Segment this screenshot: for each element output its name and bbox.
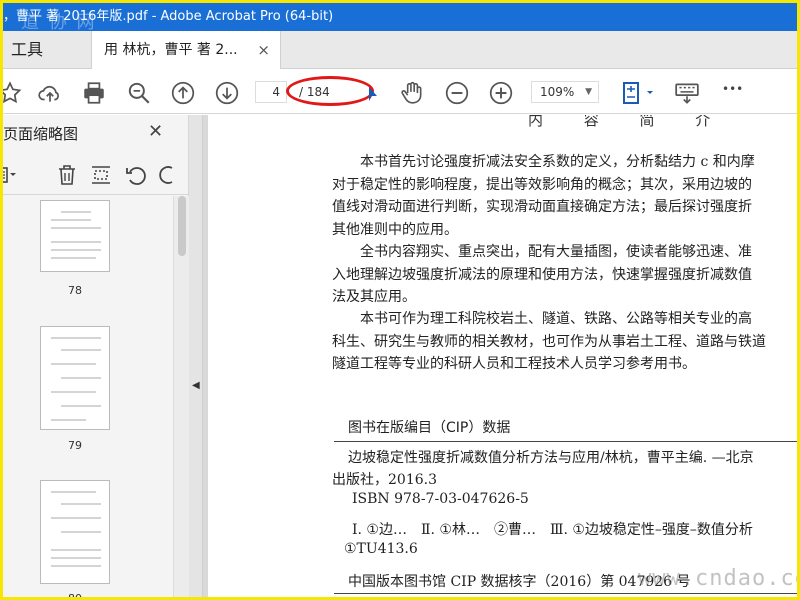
tab-bar: 工具 用 林杭，曹平 著 2... × <box>3 31 797 69</box>
zoom-level-value: 109% <box>540 85 575 99</box>
text-line: 其他准则中的应用。 <box>332 221 458 238</box>
document-page: 内 容 简 介 本书首先讨论强度折减法安全系数的定义，分析黏结力 c 和内摩 对… <box>208 115 797 597</box>
more-options-icon[interactable]: ••• <box>722 82 752 108</box>
thumbnail-scrollbar[interactable] <box>173 196 189 597</box>
zoom-level-select[interactable]: 109% ▼ <box>531 81 599 103</box>
scrollbar-thumb[interactable] <box>178 196 186 256</box>
zoom-search-icon[interactable] <box>126 80 152 106</box>
page-thumbnails-panel: 页面缩略图 ✕ 78 79 <box>3 115 189 597</box>
delete-page-icon[interactable] <box>55 163 79 187</box>
watermark-logo: 道 协 网 <box>21 12 97 31</box>
paragraph: 本书可作为理工科院校岩土、隧道、铁路、公路等相关专业的高 科生、研究生与教师的相… <box>332 308 797 376</box>
page-thumbnail[interactable] <box>40 200 110 272</box>
extract-page-icon[interactable] <box>89 163 113 187</box>
cip-line: 边坡稳定性强度折减数值分析方法与应用/林杭，曹平主编. —北京 <box>348 450 754 466</box>
panel-title: 页面缩略图 <box>3 125 79 143</box>
paragraph: 本书首先讨论强度折减法安全系数的定义，分析黏结力 c 和内摩 对于稳定性的影响程… <box>332 151 797 241</box>
thumbnail-options-icon[interactable] <box>3 163 19 187</box>
thumbnail-page-number: 80 <box>40 592 110 597</box>
cursor-pointer-icon <box>367 86 379 101</box>
next-page-icon[interactable] <box>214 80 240 106</box>
paragraph: 全书内容翔实、重点突出，配有大量插图，使读者能够迅速、准 入地理解边坡强度折减法… <box>332 241 797 309</box>
panel-splitter[interactable]: ◀ <box>189 115 203 597</box>
page-thumbnail[interactable] <box>40 326 110 430</box>
zoom-out-icon[interactable] <box>444 80 470 106</box>
title-bar: ，曹平 著 2016年版.pdf - Adobe Acrobat Pro (64… <box>3 3 797 31</box>
page-thumbnail[interactable] <box>40 480 110 584</box>
text-line: 隧道工程等专业的科研人员和工程技术人员学习参考用书。 <box>332 356 696 372</box>
collapse-panel-icon[interactable]: ◀ <box>192 380 200 391</box>
star-icon[interactable] <box>3 80 23 106</box>
panel-toolbar <box>3 155 189 195</box>
keyboard-tool-icon[interactable] <box>674 80 700 106</box>
document-view[interactable]: 内 容 简 介 本书首先讨论强度折减法安全系数的定义，分析黏结力 c 和内摩 对… <box>203 115 797 597</box>
close-panel-icon[interactable]: ✕ <box>148 121 163 142</box>
page-number-input[interactable]: 4 <box>255 81 287 103</box>
cip-line: Ⅰ. ①边… Ⅱ. ①林… ②曹… Ⅲ. ①边坡稳定性–强度–数值分析 <box>352 522 753 538</box>
thumbnail-list: 78 79 80 <box>3 196 173 597</box>
divider <box>334 593 797 594</box>
tab-close-icon[interactable]: × <box>257 31 270 69</box>
page-heading: 内 容 简 介 <box>528 115 729 129</box>
cip-line: ①TU413.6 <box>344 541 418 557</box>
text-line: 全书内容翔实、重点突出，配有大量插图，使读者能够迅速、准 <box>332 244 752 260</box>
zoom-in-icon[interactable] <box>488 80 514 106</box>
text-line: 对于稳定性的影响程度，提出等效影响角的概念；其次，采用边坡的 <box>332 176 752 193</box>
rotate-left-icon[interactable] <box>124 163 148 187</box>
text-line: 科生、研究生与教师的相关教材，也可作为从事岩土工程、道路与铁道 <box>332 333 766 350</box>
print-icon[interactable] <box>81 80 107 106</box>
rotate-right-icon[interactable] <box>158 163 182 187</box>
text-line: 本书首先讨论强度折减法安全系数的定义，分析黏结力 c 和内摩 <box>332 154 755 170</box>
thumbnail-page-number: 79 <box>68 439 82 452</box>
hand-tool-icon[interactable] <box>399 80 425 106</box>
text-line: 法及其应用。 <box>332 289 416 305</box>
cip-heading: 图书在版编目（CIP）数据 <box>348 420 511 436</box>
chevron-down-icon: ▼ <box>585 87 592 97</box>
divider <box>334 441 797 442</box>
thumbnail-page-number: 78 <box>68 284 82 297</box>
main-toolbar: 4 / 184 109% ▼ ••• <box>3 70 797 114</box>
tab-tools[interactable]: 工具 <box>3 31 91 69</box>
text-line: 本书可作为理工科院校岩土、隧道、铁路、公路等相关专业的高 <box>332 311 752 327</box>
fit-page-icon[interactable] <box>621 80 657 106</box>
text-line: 入地理解边坡强度折减法的原理和使用方法，快速掌握强度折减数值 <box>332 266 752 283</box>
acrobat-window: ，曹平 著 2016年版.pdf - Adobe Acrobat Pro (64… <box>3 3 797 597</box>
watermark-url: www.cndao.com <box>638 566 797 591</box>
cloud-upload-icon[interactable] <box>37 80 63 106</box>
cip-line: ISBN 978-7-03-047626-5 <box>352 491 529 507</box>
text-line: 值线对滑动面进行判断，实现滑动面直接确定方法；最后探讨强度折 <box>332 199 752 215</box>
previous-page-icon[interactable] <box>170 80 196 106</box>
tab-document-label: 用 林杭，曹平 著 2... <box>104 42 238 58</box>
tab-document[interactable]: 用 林杭，曹平 著 2... × <box>91 31 281 69</box>
cip-line: 出版社，2016.3 <box>332 472 437 488</box>
highlight-annotation-ellipse <box>286 76 374 106</box>
